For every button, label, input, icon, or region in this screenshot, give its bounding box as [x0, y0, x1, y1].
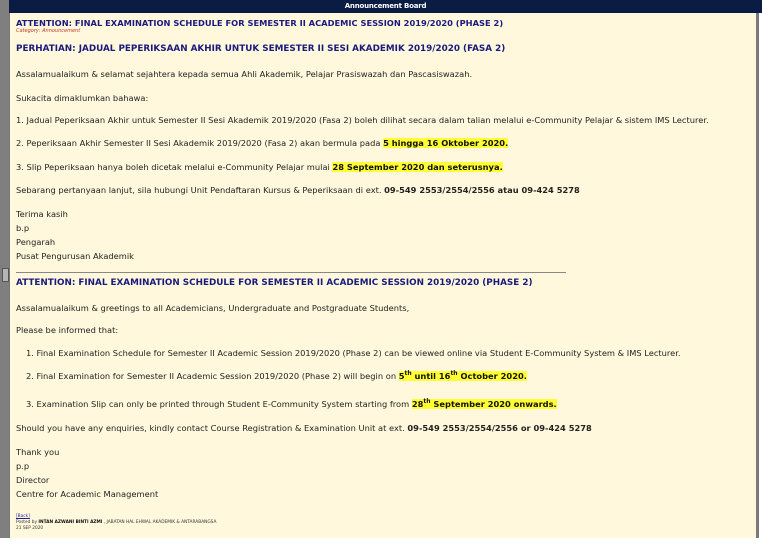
malay-role: Pengarah	[16, 237, 56, 247]
back-link[interactable]: [Back]	[16, 514, 30, 519]
english-item-3-text: 3. Examination Slip can only be printed …	[26, 399, 412, 409]
malay-thanks: Terima kasih	[16, 209, 68, 219]
malay-greeting: Assalamualaikum & selamat sejahtera kepa…	[16, 69, 473, 79]
author-department: , JABATAN HAL EHWAL AKADEMIK & ANTARABAN…	[102, 520, 217, 525]
hl-part: September 2020 onwards.	[430, 399, 557, 409]
english-role: Director	[16, 475, 50, 485]
bottom-edge	[0, 538, 762, 544]
malay-bp: b.p	[16, 223, 30, 233]
english-contact: Should you have any enquiries, kindly co…	[16, 423, 592, 433]
malay-item-2-text: 2. Peperiksaan Akhir Semester II Sesi Ak…	[16, 138, 384, 148]
hl-sup: th	[450, 370, 458, 378]
english-item-2-text: 2. Final Examination for Semester II Aca…	[26, 371, 399, 381]
malay-contact: Sebarang pertanyaan lanjut, sila hubungi…	[16, 185, 580, 195]
board-title: Announcement Board	[344, 2, 427, 10]
frame-resize-handle[interactable]	[2, 268, 9, 282]
english-contact-text: Should you have any enquiries, kindly co…	[16, 423, 408, 433]
english-contact-number: 09-549 2553/2554/2556 or 09-424 5278	[407, 423, 592, 433]
hl-part: until 16	[411, 371, 451, 381]
malay-item-2-highlight: 5 hingga 16 Oktober 2020.	[383, 138, 509, 148]
hl-part: October 2020.	[457, 371, 527, 381]
english-intro: Please be informed that:	[16, 325, 119, 335]
announcement-category: Category: Announcement	[16, 28, 81, 34]
english-greeting: Assalamualaikum & greetings to all Acade…	[16, 303, 410, 313]
english-item-2: 2. Final Examination for Semester II Aca…	[26, 371, 527, 381]
english-item-2-highlight: 5th until 16th October 2020.	[398, 370, 527, 381]
english-item-3: 3. Examination Slip can only be printed …	[26, 399, 557, 409]
english-item-3-highlight: 28th September 2020 onwards.	[411, 398, 557, 409]
malay-contact-text: Sebarang pertanyaan lanjut, sila hubungi…	[16, 185, 385, 195]
announcement-heading: ATTENTION: FINAL EXAMINATION SCHEDULE FO…	[16, 18, 504, 28]
malay-dept: Pusat Pengurusan Akademik	[16, 251, 134, 261]
malay-item-3: 3. Slip Peperiksaan hanya boleh dicetak …	[16, 162, 503, 172]
malay-item-3-text: 3. Slip Peperiksaan hanya boleh dicetak …	[16, 162, 333, 172]
hl-sup: th	[423, 398, 431, 406]
english-title: ATTENTION: FINAL EXAMINATION SCHEDULE FO…	[16, 278, 533, 288]
hl-part: 28	[411, 399, 424, 409]
english-item-1: 1. Final Examination Schedule for Semest…	[26, 348, 681, 358]
malay-intro: Sukacita dimaklumkan bahawa:	[16, 93, 149, 103]
author-name: INTAN AZWANI BINTI AZMI	[38, 520, 103, 525]
posted-by: Posted by INTAN AZWANI BINTI AZMI , JABA…	[16, 520, 216, 525]
section-divider	[16, 272, 566, 273]
malay-title: PERHATIAN: JADUAL PEPERIKSAAN AKHIR UNTU…	[16, 44, 506, 54]
english-dept: Centre for Academic Management	[16, 489, 159, 499]
english-pp: p.p	[16, 461, 30, 471]
malay-contact-number: 09-549 2553/2554/2556 atau 09-424 5278	[384, 185, 580, 195]
announcement-board-header: Announcement Board	[9, 0, 762, 13]
announcement-content: ATTENTION: FINAL EXAMINATION SCHEDULE FO…	[9, 13, 759, 540]
posted-date: 21 SEP 2020	[16, 526, 44, 531]
hl-sup: th	[404, 370, 412, 378]
posted-by-label: Posted by	[16, 520, 39, 525]
malay-item-3-highlight: 28 September 2020 dan seterusnya.	[332, 162, 503, 172]
english-thanks: Thank you	[16, 447, 60, 457]
malay-item-2: 2. Peperiksaan Akhir Semester II Sesi Ak…	[16, 138, 509, 148]
malay-item-1: 1. Jadual Peperiksaan Akhir untuk Semest…	[16, 115, 709, 125]
